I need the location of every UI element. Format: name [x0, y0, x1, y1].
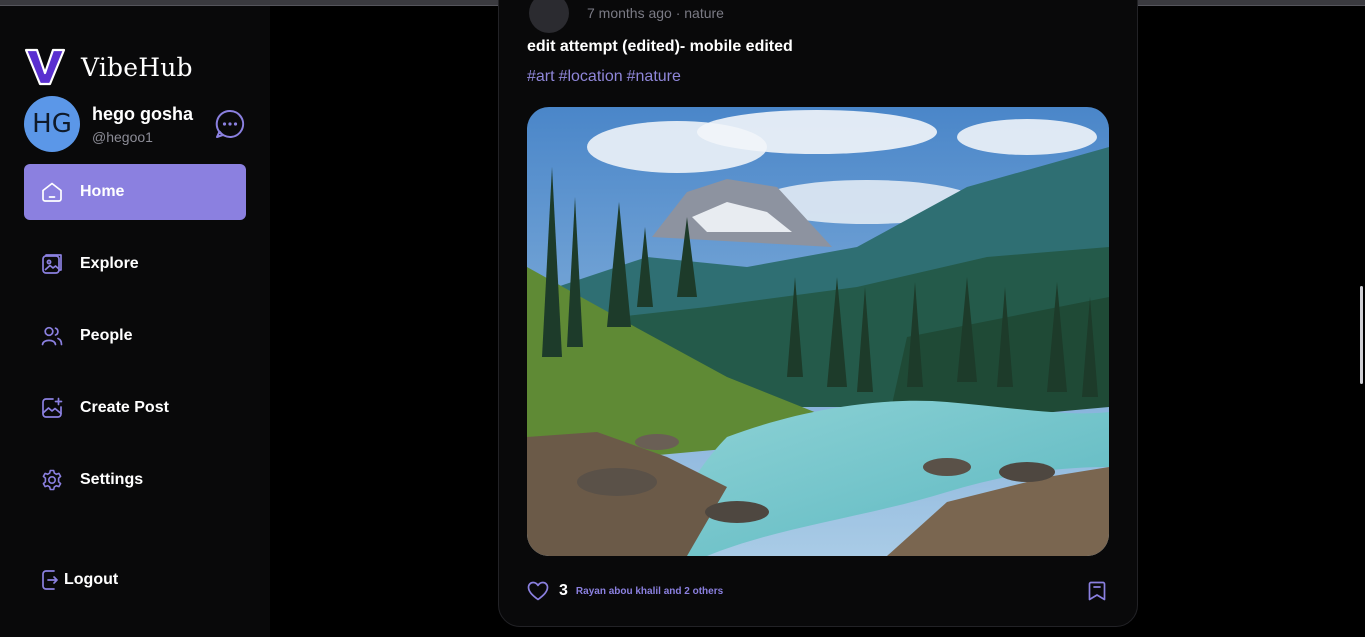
explore-icon — [40, 252, 64, 276]
chat-icon[interactable] — [214, 108, 246, 140]
post-image[interactable] — [527, 107, 1109, 556]
brand-name: VibeHub — [81, 52, 193, 82]
bookmark-icon[interactable] — [1085, 579, 1109, 603]
nav-label-home: Home — [80, 183, 125, 200]
profile-name: hego gosha — [92, 103, 194, 124]
tag-art[interactable]: #art — [527, 68, 555, 85]
tag-location[interactable]: #location — [559, 68, 623, 85]
brand[interactable]: VibeHub — [24, 46, 193, 88]
nav-item-settings[interactable]: Settings — [24, 452, 246, 508]
logout-icon — [40, 568, 64, 592]
nav-label-settings: Settings — [80, 471, 144, 488]
post-card: 7 months ago · nature edit attempt (edit… — [498, 0, 1138, 627]
profile-handle: @hegoo1 — [92, 128, 153, 145]
profile-info: hego gosha @hegoo1 — [92, 104, 193, 145]
home-icon — [40, 180, 64, 204]
heart-icon[interactable] — [527, 581, 549, 601]
avatar[interactable]: HG — [24, 96, 80, 152]
people-icon — [40, 324, 64, 348]
nav-label-explore: Explore — [80, 255, 139, 272]
logout-label: Logout — [64, 571, 119, 588]
nav-item-explore[interactable]: Explore — [24, 236, 246, 292]
settings-icon — [40, 468, 64, 492]
nav-label-create-post: Create Post — [80, 399, 169, 416]
post-timestamp: 7 months ago · nature — [587, 5, 724, 21]
post-tags: #art #location #nature — [527, 68, 685, 86]
create-post-icon — [40, 396, 64, 420]
vibehub-logo-icon — [24, 48, 66, 86]
nav-item-people[interactable]: People — [24, 308, 246, 364]
profile-summary[interactable]: HG hego gosha @hegoo1 — [24, 96, 246, 152]
post-actions: 3 Rayan abou khalil and 2 others — [527, 579, 1109, 603]
sidebar: VibeHub HG hego gosha @hegoo1 Home Explo… — [0, 6, 270, 637]
mountain-river-photo — [527, 107, 1109, 556]
post-caption: edit attempt (edited)- mobile edited — [527, 38, 793, 55]
logout-button[interactable]: Logout — [40, 568, 118, 592]
post-author-avatar[interactable] — [529, 0, 569, 33]
nav-item-home[interactable]: Home — [24, 164, 246, 220]
liked-by-text[interactable]: Rayan abou khalil and 2 others — [576, 586, 723, 597]
main-nav: Home Explore People Create Post Settings — [24, 164, 246, 524]
like-count: 3 — [559, 582, 568, 599]
page-scrollbar[interactable] — [1360, 286, 1363, 384]
tag-nature[interactable]: #nature — [627, 68, 681, 85]
nav-item-create-post[interactable]: Create Post — [24, 380, 246, 436]
nav-label-people: People — [80, 327, 133, 344]
post-meta: 7 months ago · nature — [529, 0, 724, 33]
